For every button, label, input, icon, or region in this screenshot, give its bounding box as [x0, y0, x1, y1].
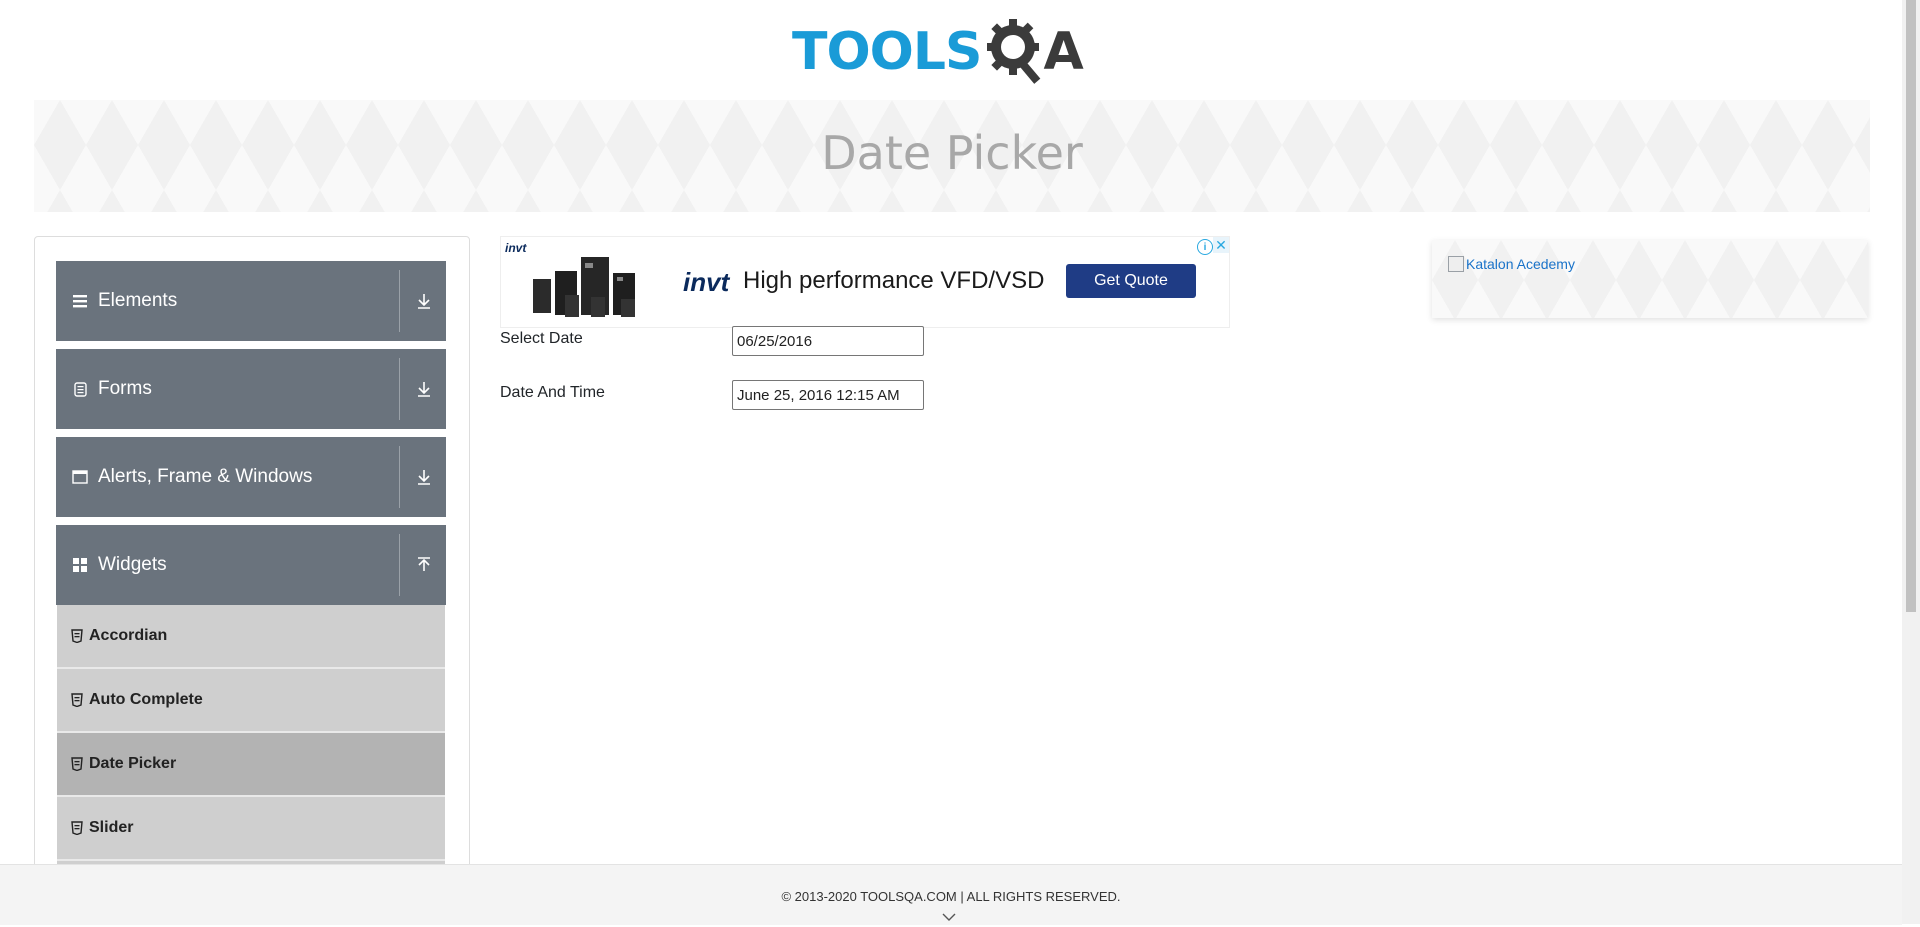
sidebar-item-label: Date Picker [89, 755, 177, 772]
list-icon [72, 293, 98, 309]
widgets-icon [72, 557, 98, 573]
sidebar-item-date-picker[interactable]: Date Picker [57, 733, 445, 797]
gear-magnifier-icon [985, 13, 1045, 92]
katalon-ad-link[interactable]: Katalon Acedemy [1448, 256, 1575, 272]
page-banner: Date Picker [34, 100, 1870, 212]
sidebar-group-label: Forms [98, 378, 152, 399]
footer: © 2013-2020 TOOLSQA.COM | ALL RIGHTS RES… [0, 864, 1902, 925]
divider [399, 270, 400, 332]
sidebar-group-label: Widgets [98, 554, 167, 575]
sidebar-item-label: Slider [89, 819, 134, 836]
sidebar-group-widgets[interactable]: Widgets [56, 525, 446, 605]
upload-arrow-icon[interactable] [414, 556, 434, 574]
select-date-label: Select Date [500, 330, 583, 347]
logo-text: TOOLS [792, 22, 982, 82]
date-and-time-input[interactable] [732, 380, 924, 410]
sidebar-item-accordian[interactable]: Accordian [57, 605, 445, 669]
broken-image-icon [1448, 256, 1464, 272]
page-title: Date Picker [821, 126, 1083, 180]
html5-icon [71, 821, 87, 835]
download-arrow-icon[interactable] [414, 292, 434, 310]
divider [399, 358, 400, 420]
close-icon[interactable]: ✕ [1213, 237, 1229, 253]
html5-icon [71, 757, 87, 771]
date-and-time-label: Date And Time [500, 384, 605, 401]
toolsqa-logo[interactable]: TOOLS A [792, 14, 1114, 90]
sidebar-group-label: Elements [98, 290, 178, 311]
sidebar-group-alerts[interactable]: Alerts, Frame & Windows [56, 437, 446, 517]
download-arrow-icon[interactable] [414, 380, 434, 398]
ad-brand-logo: invt [683, 267, 730, 297]
sidebar-group-forms[interactable]: Forms [56, 349, 446, 429]
sidebar-item-slider[interactable]: Slider [57, 797, 445, 861]
logo-text-end: A [1043, 22, 1084, 82]
product-image [525, 251, 645, 326]
sidebar-item-label: Accordian [89, 627, 168, 644]
divider [399, 534, 400, 596]
html5-icon [71, 693, 87, 707]
page-scrollbar[interactable] [1902, 0, 1920, 924]
divider [399, 446, 400, 508]
window-icon [72, 469, 98, 485]
ad-headline: High performance VFD/VSD [743, 267, 1045, 294]
katalon-ad-alt-text: Katalon Acedemy [1466, 256, 1575, 272]
chevron-down-icon[interactable] [941, 909, 957, 927]
sidebar-group-label: Alerts, Frame & Windows [98, 466, 313, 487]
get-quote-button[interactable]: Get Quote [1066, 264, 1196, 298]
html5-icon [71, 629, 87, 643]
scrollbar-thumb[interactable] [1906, 0, 1916, 612]
sidebar-item-label: Auto Complete [89, 691, 203, 708]
select-date-input[interactable] [732, 326, 924, 356]
info-icon[interactable]: i [1197, 239, 1213, 255]
sidebar-group-elements[interactable]: Elements [56, 261, 446, 341]
katalon-ad[interactable]: Katalon Acedemy [1432, 240, 1868, 318]
advertisement-banner[interactable]: invt invt High performance VFD/VSD Get Q… [500, 236, 1230, 328]
form-icon [72, 381, 98, 397]
download-arrow-icon[interactable] [414, 468, 434, 486]
footer-copyright: © 2013-2020 TOOLSQA.COM | ALL RIGHTS RES… [781, 889, 1121, 904]
sidebar-panel: Elements Forms Alerts, Frame & Windows W… [34, 236, 470, 878]
sidebar-item-auto-complete[interactable]: Auto Complete [57, 669, 445, 733]
ad-brand-small: invt [505, 241, 527, 255]
